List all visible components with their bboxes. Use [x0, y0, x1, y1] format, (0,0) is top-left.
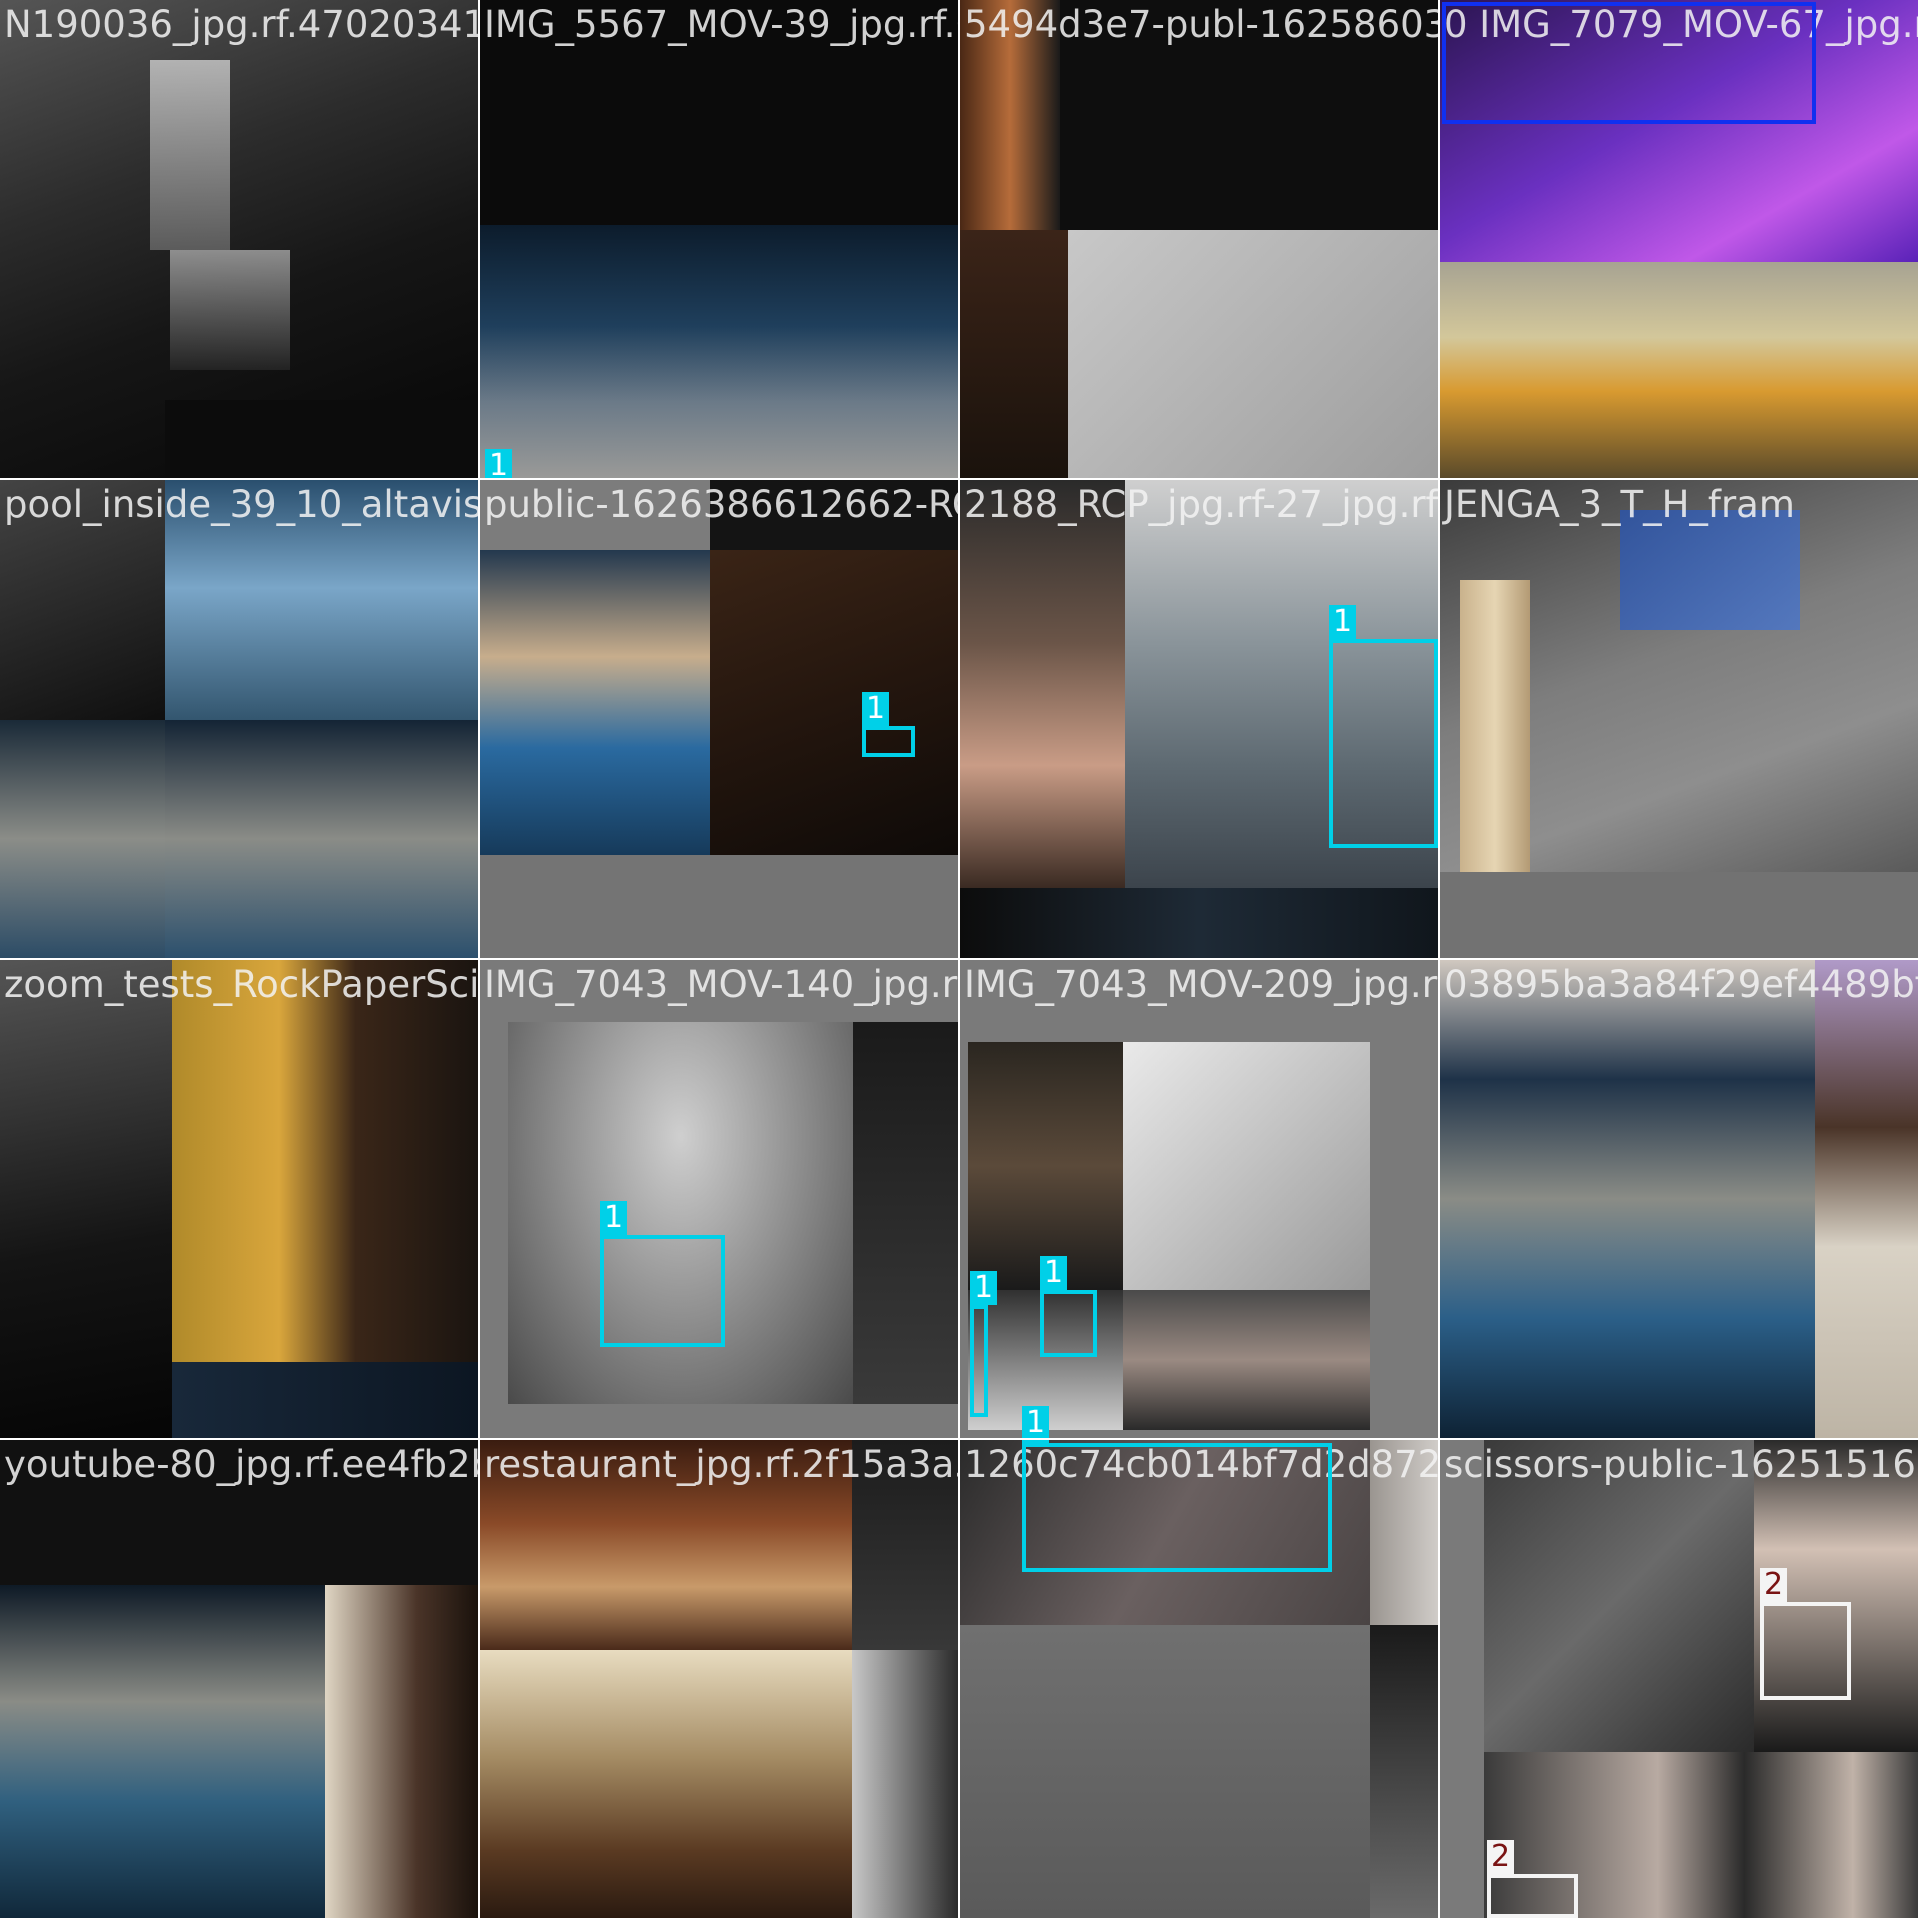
photo-grey-fill: [1440, 1440, 1484, 1918]
photo-indoor-pool: [480, 550, 710, 855]
photo-person-glasses: [172, 960, 478, 1362]
mosaic-tile: IMG_5567_MOV-39_jpg.rf.0 1: [480, 0, 958, 478]
image-mosaic: N190036_jpg.rf.4702034168 IMG_5567_MOV-3…: [0, 0, 1920, 1920]
mosaic-tile: public-1626386612662-RCP 1: [480, 480, 958, 958]
tile-filename: IMG_7043_MOV-140_jpg.rf.d: [484, 963, 958, 1006]
photo-pool-gym: [0, 1585, 325, 1918]
photo-pool-gym: [1440, 960, 1815, 1438]
mosaic-tile: 0 IMG_7079_MOV-67_jpg.rf.b: [1440, 0, 1918, 478]
photo-dark-left-strip: [960, 230, 1068, 478]
tile-filename: 5494d3e7-publ-162586038: [964, 3, 1438, 46]
mosaic-tile: youtube-80_jpg.rf.ee4fb2bc04844a306f2045…: [0, 1440, 478, 1918]
photo-floor-reflection: [170, 250, 290, 370]
tile-filename: pool_inside_39_10_altavista_jpg.rf.e: [4, 483, 478, 526]
tile-filename: N190036_jpg.rf.4702034168: [4, 3, 478, 46]
box-class-label: 1: [970, 1271, 998, 1305]
photo-grey-wall: [1068, 230, 1438, 478]
mosaic-tile: restaurant_jpg.rf.2f15a3a586: [480, 1440, 958, 1918]
bounding-box: [970, 1305, 988, 1417]
photo-dark-lamp-room: [710, 550, 958, 855]
tile-filename: zoom_tests_RockPaperScissors_mohamed.mp4: [4, 963, 478, 1006]
photo-dark-strip: [165, 400, 478, 478]
box-class-label: 1: [485, 449, 513, 478]
photo-dark-bottom: [960, 888, 1438, 958]
box-class-label: 1: [1329, 605, 1357, 639]
mosaic-tile: scissors-public-162515162 2 2: [1440, 1440, 1918, 1918]
photo-person-hand: [968, 1042, 1123, 1290]
mosaic-tile: pool_inside_39_10_altavista_jpg.rf.e: [0, 480, 478, 958]
photo-dark-room: [0, 960, 172, 1438]
tile-filename: 03895ba3a84f29ef4489bf45: [1444, 963, 1918, 1006]
photo-woman-sign: [1123, 1290, 1370, 1430]
bounding-box: [862, 726, 915, 757]
photo-gym-pool-left: [0, 720, 165, 958]
mosaic-tile: IMG_7043_MOV-209_jpg.rf.4 1 1 1: [960, 960, 1438, 1438]
photo-office-room: [1440, 262, 1918, 478]
mosaic-tile: IMG_7043_MOV-140_jpg.rf.d 1: [480, 960, 958, 1438]
tile-filename: IMG_7043_MOV-209_jpg.rf.4: [964, 963, 1438, 1006]
box-class-label: 1: [862, 692, 890, 726]
photo-pool-room: [480, 225, 958, 478]
bounding-box: [1487, 1874, 1578, 1918]
photo-ceiling-edge: [1370, 1625, 1438, 1918]
photo-grey-fill: [480, 855, 958, 958]
box-class-label: 1: [600, 1201, 628, 1235]
box-class-label: 1: [1040, 1256, 1068, 1290]
bounding-box: [600, 1235, 725, 1347]
tile-filename: 2188_RCP_jpg.rf-27_jpg.rf: [964, 483, 1438, 526]
photo-curtain: [852, 1650, 958, 1918]
photo-hand-sign: [960, 480, 1125, 888]
tile-filename: JENGA_3_T_H_fram: [1444, 483, 1795, 526]
bounding-box: [1040, 1290, 1097, 1357]
bounding-box: [1760, 1602, 1851, 1700]
box-class-label: 1: [1022, 1406, 1050, 1438]
box-class-label: 2: [1760, 1568, 1788, 1602]
photo-dark-corner: [853, 1022, 958, 1404]
tile-filename: scissors-public-162515162: [1444, 1443, 1918, 1486]
photo-person-hoodie: [1815, 960, 1918, 1438]
tile-filename: IMG_5567_MOV-39_jpg.rf.0: [484, 3, 958, 46]
tile-filename: public-1626386612662-RCP: [484, 483, 958, 526]
mosaic-tile: 5494d3e7-publ-162586038: [960, 0, 1438, 478]
mosaic-tile: JENGA_3_T_H_fram: [1440, 480, 1918, 958]
mosaic-tile: N190036_jpg.rf.4702034168: [0, 0, 478, 478]
mosaic-tile: 2188_RCP_jpg.rf-27_jpg.rf 1: [960, 480, 1438, 958]
bounding-box: [1442, 2, 1816, 124]
tile-filename: restaurant_jpg.rf.2f15a3a586: [484, 1443, 958, 1486]
photo-gym-pool-right: [165, 720, 478, 958]
box-class-label: 1: [1022, 1440, 1050, 1444]
photo-ceiling: [1123, 1042, 1370, 1290]
photo-person-dark: [325, 1585, 478, 1918]
photo-jenga-tower: [1460, 580, 1530, 880]
box-class-label: 2: [1487, 1840, 1515, 1874]
photo-grey-fill: [1440, 872, 1918, 958]
mosaic-tile: 03895ba3a84f29ef4489bf45: [1440, 960, 1918, 1438]
bounding-box: [1022, 1443, 1332, 1572]
photo-window-light: [150, 60, 230, 250]
photo-grey-wall: [960, 1625, 1370, 1918]
photo-blue-sleeve: [1620, 510, 1800, 630]
mosaic-tile: zoom_tests_RockPaperScissors_mohamed.mp4: [0, 960, 478, 1438]
photo-dark-blue-strip: [172, 1362, 478, 1438]
tile-filename: youtube-80_jpg.rf.ee4fb2bc04844a306f2045…: [4, 1443, 478, 1486]
photo-restaurant-room: [480, 1650, 852, 1918]
bounding-box: [1329, 639, 1438, 848]
mosaic-tile: 1260c74cb014bf7d2d8724 1: [960, 1440, 1438, 1918]
